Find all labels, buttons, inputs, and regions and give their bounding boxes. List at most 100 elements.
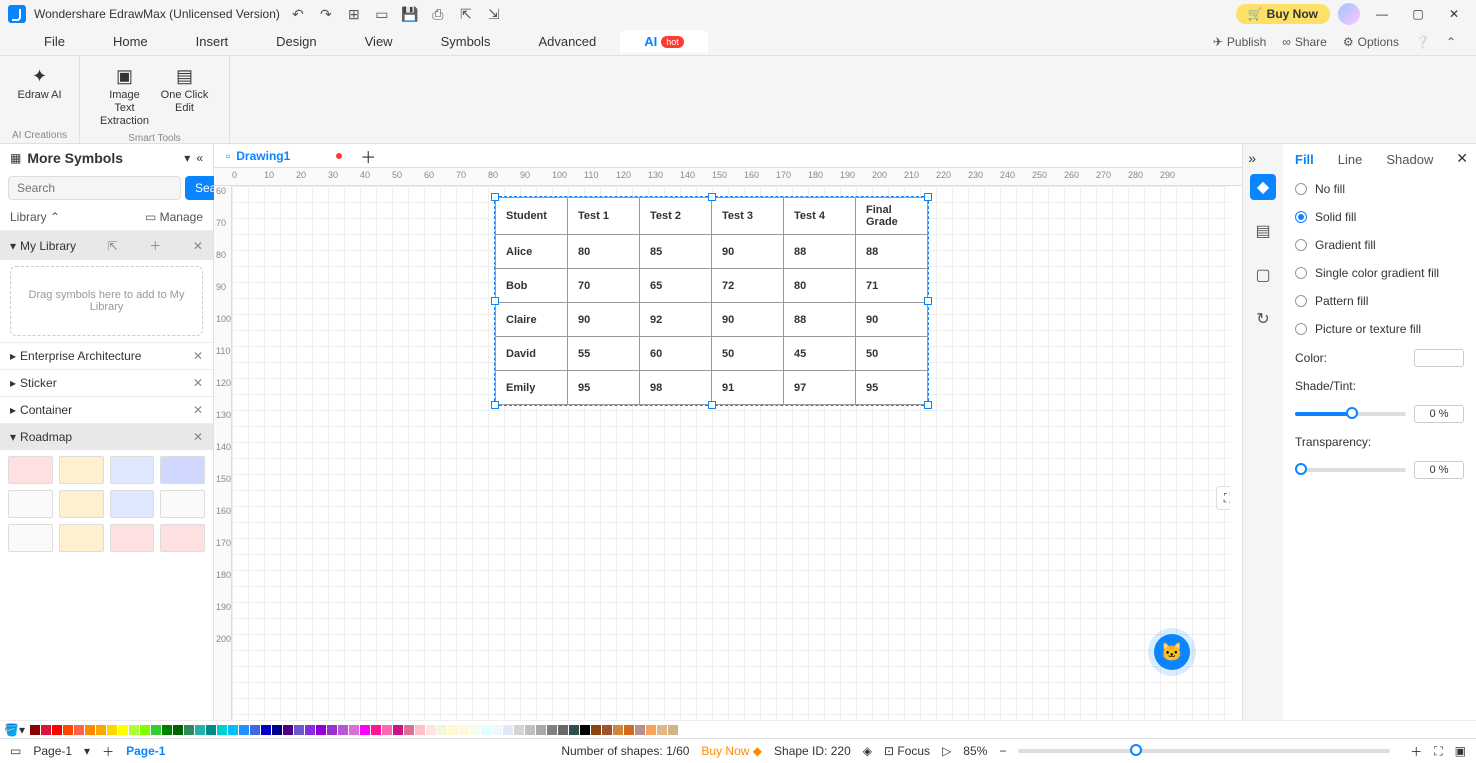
table-cell[interactable]: 90 <box>712 235 784 269</box>
color-swatch[interactable] <box>525 725 535 735</box>
expand-icon[interactable]: ⛶ <box>1216 486 1230 510</box>
color-swatch[interactable] <box>426 725 436 735</box>
resize-handle[interactable] <box>924 401 932 409</box>
zoom-level[interactable]: 85% <box>963 744 987 758</box>
tab-line[interactable]: Line <box>1338 152 1363 167</box>
zoom-slider[interactable] <box>1018 749 1390 753</box>
table-cell[interactable]: 80 <box>784 269 856 303</box>
buy-now-button[interactable]: 🛒 Buy Now <box>1236 4 1330 24</box>
color-swatch[interactable] <box>294 725 304 735</box>
layers-icon[interactable]: ◈ <box>863 744 872 758</box>
resize-handle[interactable] <box>708 401 716 409</box>
print-icon[interactable]: ⎙ <box>428 4 448 24</box>
tab-shadow[interactable]: Shadow <box>1386 152 1433 167</box>
color-swatch[interactable] <box>382 725 392 735</box>
redo-icon[interactable]: ↷ <box>316 4 336 24</box>
color-swatch[interactable] <box>569 725 579 735</box>
expand-right-icon[interactable]: » <box>1248 150 1256 166</box>
close-icon[interactable]: ✕ <box>193 430 203 444</box>
color-swatch[interactable] <box>305 725 315 735</box>
color-swatch[interactable] <box>657 725 667 735</box>
menu-home[interactable]: Home <box>89 30 172 53</box>
resize-handle[interactable] <box>924 193 932 201</box>
collapse-panel-icon[interactable]: « <box>196 151 203 165</box>
menu-file[interactable]: File <box>20 30 89 53</box>
share-button[interactable]: ∞ Share <box>1282 35 1327 49</box>
table-cell[interactable]: 45 <box>784 337 856 371</box>
help-icon[interactable]: ❔ <box>1415 35 1430 49</box>
fill-tab-icon[interactable]: ◆ <box>1250 174 1276 200</box>
table-cell[interactable]: 50 <box>856 337 928 371</box>
close-icon[interactable]: ✕ <box>193 376 203 390</box>
data-table[interactable]: StudentTest 1Test 2Test 3Test 4Final Gra… <box>495 197 928 405</box>
options-button[interactable]: ⚙ Options <box>1343 35 1399 49</box>
table-cell[interactable]: 65 <box>640 269 712 303</box>
focus-button[interactable]: ⊡ Focus <box>884 744 930 758</box>
menu-advanced[interactable]: Advanced <box>514 30 620 53</box>
color-swatch[interactable] <box>459 725 469 735</box>
new-icon[interactable]: ⊞ <box>344 4 364 24</box>
color-swatch[interactable] <box>448 725 458 735</box>
menu-view[interactable]: View <box>341 30 417 53</box>
color-swatch[interactable] <box>503 725 513 735</box>
document-tab[interactable]: ▫ Drawing1 <box>218 147 350 165</box>
color-swatch[interactable] <box>195 725 205 735</box>
section-sticker[interactable]: ▸ Sticker✕ <box>0 369 213 396</box>
color-swatch[interactable] <box>173 725 183 735</box>
color-swatch[interactable] <box>41 725 51 735</box>
table-cell[interactable]: 90 <box>568 303 640 337</box>
close-icon[interactable]: ✕ <box>193 349 203 363</box>
color-swatch[interactable] <box>635 725 645 735</box>
color-swatch[interactable] <box>118 725 128 735</box>
menu-insert[interactable]: Insert <box>172 30 253 53</box>
export-icon[interactable]: ⇱ <box>456 4 476 24</box>
color-swatch[interactable] <box>316 725 326 735</box>
table-cell[interactable]: 88 <box>856 235 928 269</box>
canvas[interactable]: StudentTest 1Test 2Test 3Test 4Final Gra… <box>232 186 1230 720</box>
table-cell[interactable]: 70 <box>568 269 640 303</box>
import-icon[interactable]: ⇲ <box>484 4 504 24</box>
shade-slider[interactable] <box>1295 412 1406 416</box>
color-swatch[interactable] <box>151 725 161 735</box>
table-cell[interactable]: 55 <box>568 337 640 371</box>
color-swatch[interactable] <box>679 725 689 735</box>
color-swatch[interactable] <box>96 725 106 735</box>
resize-handle[interactable] <box>924 297 932 305</box>
table-cell[interactable]: 60 <box>640 337 712 371</box>
color-swatch[interactable] <box>602 725 612 735</box>
shape-thumb[interactable] <box>160 524 205 552</box>
shape-thumb[interactable] <box>110 456 155 484</box>
image-text-extraction-button[interactable]: ▣Image Text Extraction <box>95 62 155 133</box>
publish-button[interactable]: ✈ Publish <box>1213 35 1266 49</box>
table-cell[interactable]: 98 <box>640 371 712 405</box>
color-swatch[interactable] <box>536 725 546 735</box>
shade-value[interactable]: 0 % <box>1414 405 1464 423</box>
manage-button[interactable]: ▭ Manage <box>145 210 203 224</box>
undo-icon[interactable]: ↶ <box>288 4 308 24</box>
shape-thumb[interactable] <box>160 490 205 518</box>
color-swatch[interactable] <box>74 725 84 735</box>
color-swatch[interactable] <box>371 725 381 735</box>
close-panel-icon[interactable]: ✕ <box>1456 150 1468 167</box>
library-label[interactable]: Library ⌃ <box>10 210 60 224</box>
close-icon[interactable]: ✕ <box>193 403 203 417</box>
table-cell[interactable]: 80 <box>568 235 640 269</box>
color-swatch[interactable] <box>184 725 194 735</box>
text-tab-icon[interactable]: ▤ <box>1250 218 1276 244</box>
section-roadmap[interactable]: ▾ Roadmap✕ <box>0 423 213 450</box>
color-swatch[interactable] <box>646 725 656 735</box>
zoom-in-button[interactable]: ＋ <box>1410 743 1422 760</box>
color-swatch[interactable] <box>85 725 95 735</box>
table-cell[interactable]: 95 <box>568 371 640 405</box>
search-input[interactable] <box>8 176 181 200</box>
table-cell[interactable]: 92 <box>640 303 712 337</box>
color-swatch[interactable] <box>591 725 601 735</box>
transparency-value[interactable]: 0 % <box>1414 461 1464 479</box>
avatar-icon[interactable] <box>1338 3 1360 25</box>
radio-gradient-fill[interactable]: Gradient fill <box>1295 231 1464 259</box>
add-tab-button[interactable]: ＋ <box>354 144 382 168</box>
page-tab[interactable]: Page-1 <box>126 744 165 758</box>
table-cell[interactable]: 90 <box>712 303 784 337</box>
color-swatch[interactable] <box>206 725 216 735</box>
shape-thumb[interactable] <box>160 456 205 484</box>
